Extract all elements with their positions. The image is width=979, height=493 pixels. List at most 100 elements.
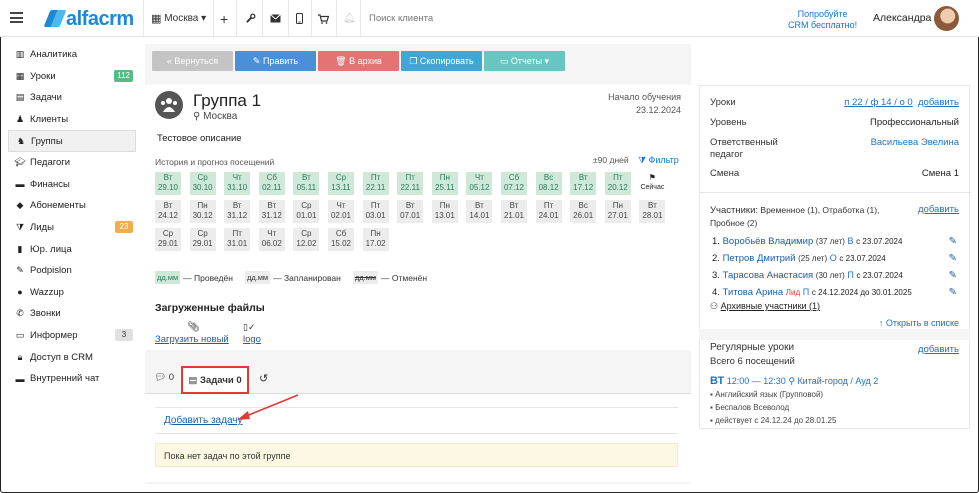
mail-icon[interactable] xyxy=(270,0,281,37)
edit-icon[interactable]: ✎ xyxy=(949,253,957,264)
file-logo-link[interactable]: logo xyxy=(243,334,261,345)
sidebar-item-11[interactable]: ● Wazzup xyxy=(8,282,136,304)
attendance-cell[interactable]: Вт 29.10 xyxy=(155,172,181,195)
open-list-link[interactable]: ↑ Открыть в списке xyxy=(879,318,959,328)
lessons-stats-link[interactable]: п 22 / ф 14 / о 0 xyxy=(844,97,912,108)
sidebar-item-label: Podpislon xyxy=(30,265,72,277)
attendance-cell[interactable]: Пн 25.11 xyxy=(431,172,458,195)
member-name[interactable]: Тарасова Анастасия xyxy=(723,270,814,281)
archive-button[interactable]: 🗑 В архив xyxy=(318,51,399,71)
attendance-cell[interactable]: Ср 29.01 xyxy=(155,228,181,251)
attendance-cell[interactable]: Вс 26.01 xyxy=(570,200,597,223)
attendance-cell[interactable]: Вт 17.12 xyxy=(570,172,597,195)
attendance-cell[interactable]: Пн 27.01 xyxy=(604,200,631,223)
lessons-add-link[interactable]: добавить xyxy=(918,97,959,108)
attendance-cell[interactable]: Чт 31.10 xyxy=(224,172,251,195)
menu-icon[interactable] xyxy=(10,12,23,23)
phone-icon[interactable] xyxy=(296,0,303,37)
building-icon: ▦ xyxy=(151,13,162,25)
filter-link[interactable]: ⧩ Фильтр xyxy=(638,155,679,166)
attendance-cell[interactable]: Вт 07.01 xyxy=(397,200,424,223)
sidebar-item-9[interactable]: ▮ Юр. лица xyxy=(8,238,136,260)
logo[interactable]: alfacrm xyxy=(42,8,134,30)
attendance-cell[interactable]: Сб 02.11 xyxy=(258,172,285,195)
back-button[interactable]: « Вернуться xyxy=(152,51,233,71)
member-name[interactable]: Титова Арина xyxy=(723,287,784,298)
sidebar-item-10[interactable]: ✎ Podpislon xyxy=(8,260,136,282)
attendance-cell[interactable]: Пт 22.11 xyxy=(397,172,424,195)
attendance-cell[interactable]: Вт 24.12 xyxy=(155,200,181,223)
sidebar-item-1[interactable]: ▦ Уроки 112 xyxy=(8,66,136,88)
sidebar-item-2[interactable]: ▤ Задачи xyxy=(8,87,136,109)
wrench-icon[interactable] xyxy=(245,0,256,37)
attendance-cell[interactable]: Ср 29.01 xyxy=(189,228,216,251)
bell-icon[interactable]: 🔔︎ xyxy=(343,0,356,37)
tab-comments[interactable]: 💬︎ 0 xyxy=(154,372,174,383)
attendance-cell[interactable]: Вт 05.11 xyxy=(293,172,320,195)
edit-icon[interactable]: ✎ xyxy=(949,270,957,281)
sidebar-item-0[interactable]: ▥ Аналитика xyxy=(8,44,136,66)
upload-link[interactable]: Загрузить новый xyxy=(155,334,229,345)
attendance-cell[interactable]: Вт 31.12 xyxy=(224,200,251,223)
sidebar-item-8[interactable]: ⧩ Лиды 23 xyxy=(8,217,136,239)
tab-tasks[interactable]: ▤ Задачи 0 xyxy=(181,366,249,394)
member-name[interactable]: Петров Дмитрий xyxy=(723,253,796,264)
edit-icon[interactable]: ✎ xyxy=(949,287,957,298)
attendance-cell[interactable]: Ср 13.11 xyxy=(328,172,354,195)
attendance-cell[interactable]: Ср 30.10 xyxy=(189,172,216,195)
attendance-cell[interactable]: ⚑ Сейчас xyxy=(639,172,666,195)
user-name[interactable]: Александра xyxy=(873,12,931,24)
attendance-cell[interactable]: Ср 12.02 xyxy=(293,228,320,251)
sidebar-item-6[interactable]: ▬ Финансы xyxy=(8,174,136,196)
reports-button[interactable]: ▭ Отчеты ▾ xyxy=(484,51,565,71)
avatar[interactable] xyxy=(934,6,959,31)
member-tag: П xyxy=(802,287,810,297)
attendance-cell[interactable]: Чт 06.02 xyxy=(258,228,285,251)
attendance-cell[interactable]: Пт 03.01 xyxy=(362,200,389,223)
sidebar-item-13[interactable]: ▭ Информер 3 xyxy=(8,325,136,347)
attendance-cell[interactable]: Пн 30.12 xyxy=(189,200,216,223)
city-selector[interactable]: ▦ Москва ▾ xyxy=(151,0,206,37)
attendance-cell[interactable]: Ср 01.01 xyxy=(293,200,320,223)
sidebar-item-15[interactable]: ▬ Внутренний чат xyxy=(8,368,136,390)
sidebar-item-4[interactable]: ♞ Группы xyxy=(8,130,136,152)
attendance-cell[interactable]: Сб 07.12 xyxy=(501,172,527,195)
attendance-cell[interactable]: Пт 24.01 xyxy=(535,200,562,223)
edit-button[interactable]: ✎ Править xyxy=(235,51,316,71)
attendance-cell[interactable]: Вс 08.12 xyxy=(535,172,562,195)
attendance-cell[interactable]: Пт 20.12 xyxy=(604,172,631,195)
attendance-cell[interactable]: Вт 14.01 xyxy=(466,200,493,223)
cart-icon[interactable] xyxy=(318,0,329,37)
days-range[interactable]: ±90 дней xyxy=(593,155,629,165)
plus-icon[interactable]: + xyxy=(220,0,228,37)
attendance-cell[interactable]: Чт 02.01 xyxy=(328,200,354,223)
attendance-cell[interactable]: Вт 28.01 xyxy=(639,200,666,223)
responsible-value[interactable]: Васильева Эвелина xyxy=(871,137,959,148)
attendance-cell[interactable]: Пт 31.01 xyxy=(224,228,251,251)
attendance-date: 17.12 xyxy=(573,183,594,192)
regular-slot[interactable]: ВТ 12:00 — 12:30 ⚲ Китай-город / Ауд 2 xyxy=(710,375,878,387)
regular-add-link[interactable]: добавить xyxy=(918,344,959,355)
legend-cancelled: — Отменён xyxy=(381,272,428,283)
attendance-cell[interactable]: Пн 13.01 xyxy=(431,200,458,223)
sidebar-item-14[interactable]: 🔒︎ Доступ в CRM xyxy=(8,346,136,368)
members-add-link[interactable]: добавить xyxy=(918,204,959,215)
attendance-cell[interactable]: Пт 22.11 xyxy=(362,172,389,195)
promo-link[interactable]: Попробуйте CRM бесплатно! xyxy=(788,9,857,31)
member-name[interactable]: Воробьёв Владимир xyxy=(723,236,814,247)
sidebar-item-5[interactable]: 🎓︎ Педагоги xyxy=(8,152,136,174)
attendance-cell[interactable]: Пн 17.02 xyxy=(362,228,389,251)
sidebar-item-7[interactable]: ◆ Абонементы xyxy=(8,195,136,217)
attendance-cell[interactable]: Вт 31.12 xyxy=(258,200,285,223)
sidebar-item-3[interactable]: ♟ Клиенты xyxy=(8,109,136,131)
sidebar-item-12[interactable]: ✆ Звонки xyxy=(8,303,136,325)
search-input[interactable]: Поиск клиента xyxy=(369,13,433,24)
attendance-cell[interactable]: Вт 21.01 xyxy=(501,200,527,223)
attendance-cell[interactable]: Чт 05.12 xyxy=(466,172,493,195)
copy-button[interactable]: ❐ Скопировать xyxy=(401,51,482,71)
attendance-cell[interactable]: Сб 15.02 xyxy=(328,228,354,251)
archive-members[interactable]: ⚇ Архивные участники (1) xyxy=(710,301,820,312)
history-icon[interactable]: ↺ xyxy=(259,372,268,385)
money-icon: ▬ xyxy=(15,179,25,190)
edit-icon[interactable]: ✎ xyxy=(949,236,957,247)
